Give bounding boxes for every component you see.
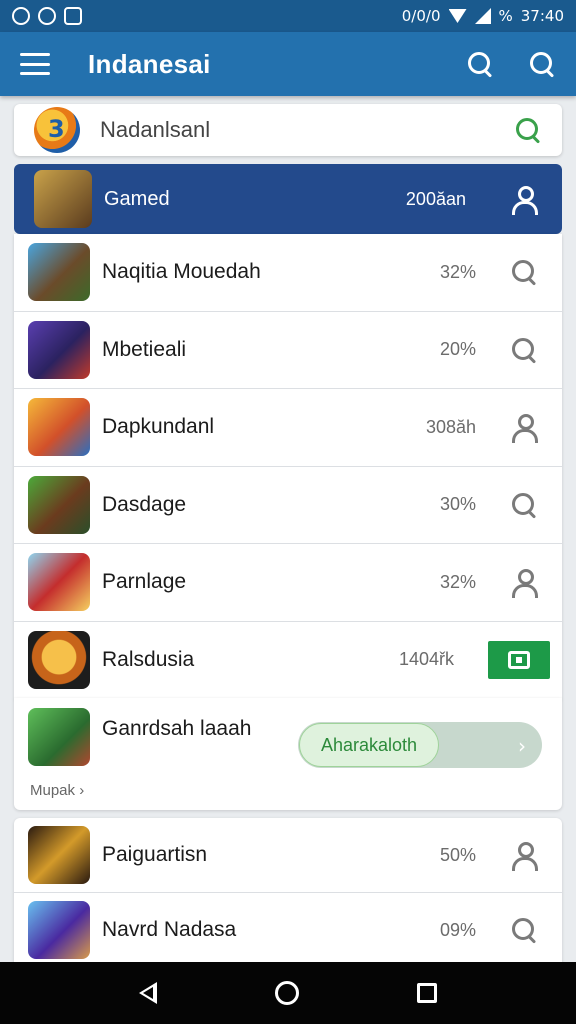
search-icon[interactable] (466, 50, 494, 78)
game-list: Naqitia Mouedah 32% Mbetieali 20% Dapkun… (14, 234, 562, 699)
menu-icon[interactable] (20, 53, 50, 75)
game-name: Navrd Nadasa (102, 918, 237, 941)
featured-title: Gamed (104, 187, 170, 210)
game-name: Ralsdusia (102, 647, 195, 671)
game-stat: 50% (439, 844, 476, 865)
game-thumbnail (28, 475, 90, 534)
download-button[interactable] (488, 640, 550, 679)
promo-card: Ganrdsah laaah Aharakaloth › Mupak › (14, 698, 562, 810)
game-name: Paiguartisn (102, 843, 208, 866)
search-input[interactable] (100, 117, 514, 143)
user-icon[interactable] (510, 185, 538, 215)
featured-stat: 200ăan (405, 188, 466, 209)
notification-icon (64, 7, 82, 25)
network-text: 0/0/0 (401, 7, 441, 25)
user-icon[interactable] (510, 841, 538, 871)
search-icon[interactable] (514, 116, 542, 144)
list-item[interactable]: Paiguartisn 50% (14, 818, 562, 893)
search-icon[interactable] (510, 491, 538, 519)
app-bar: Indanesai (0, 32, 576, 96)
page-title: Indanesai (88, 48, 211, 79)
game-stat: 1404řk (398, 649, 454, 670)
list-item[interactable]: Parnlage 32% (14, 544, 562, 622)
wifi-icon (448, 9, 467, 23)
game-thumbnail (28, 243, 90, 302)
chevron-right-icon: › (518, 734, 526, 758)
list-item[interactable]: Dapkundanl 308ăh (14, 389, 562, 467)
user-icon[interactable] (510, 568, 538, 599)
game-name: Parnlage (102, 570, 187, 594)
home-icon[interactable] (275, 981, 299, 1005)
status-bar: 0/0/0 % 37:40 (0, 0, 576, 32)
signal-icon (474, 8, 491, 24)
game-thumbnail (28, 630, 90, 689)
navigation-bar (0, 962, 576, 1024)
recents-icon[interactable] (417, 983, 437, 1003)
featured-row[interactable]: Gamed 200ăan (14, 164, 562, 234)
user-icon[interactable] (510, 413, 538, 444)
game-stat: 32% (439, 571, 476, 592)
search-icon[interactable] (510, 258, 538, 286)
list-item[interactable]: Naqitia Mouedah 32% (14, 234, 562, 312)
list-item[interactable]: Ralsdusia 1404řk (14, 622, 562, 699)
game-thumbnail (28, 826, 90, 884)
toggle-label: Aharakaloth (299, 723, 439, 767)
notification-icon (12, 7, 30, 25)
game-stat: 09% (439, 919, 476, 940)
promo-name: Ganrdsah laaah (102, 717, 252, 740)
game-stat: 308ăh (425, 416, 476, 437)
game-name: Naqitia Mouedah (102, 260, 261, 284)
search-bar (14, 104, 562, 156)
game-thumbnail (34, 170, 92, 228)
search-icon[interactable] (528, 50, 556, 78)
search-icon[interactable] (510, 336, 538, 364)
list-item[interactable]: Navrd Nadasa 09% (14, 893, 562, 968)
game-stat: 20% (439, 339, 476, 360)
list-item[interactable]: Mbetieali 20% (14, 312, 562, 389)
more-link[interactable]: Mupak › (30, 782, 84, 799)
game-name: Dasdage (102, 492, 187, 516)
game-list-2: Paiguartisn 50% Navrd Nadasa 09% (14, 818, 562, 968)
download-icon (508, 650, 530, 669)
search-icon[interactable] (510, 916, 538, 944)
promo-toggle[interactable]: Aharakaloth › (298, 722, 542, 768)
game-name: Dapkundanl (102, 415, 215, 439)
game-thumbnail (28, 901, 90, 959)
notification-icon (38, 7, 56, 25)
game-thumbnail (28, 320, 90, 379)
game-thumbnail (28, 708, 90, 766)
game-name: Mbetieali (102, 337, 187, 361)
game-thumbnail (28, 398, 90, 457)
game-stat: 30% (439, 494, 476, 515)
back-icon[interactable] (139, 982, 157, 1004)
game-thumbnail (28, 553, 90, 612)
clock: 37:40 (520, 7, 564, 25)
app-logo (34, 107, 80, 153)
list-item[interactable]: Dasdage 30% (14, 467, 562, 544)
battery-text: % (498, 7, 513, 25)
game-stat: 32% (439, 261, 476, 282)
